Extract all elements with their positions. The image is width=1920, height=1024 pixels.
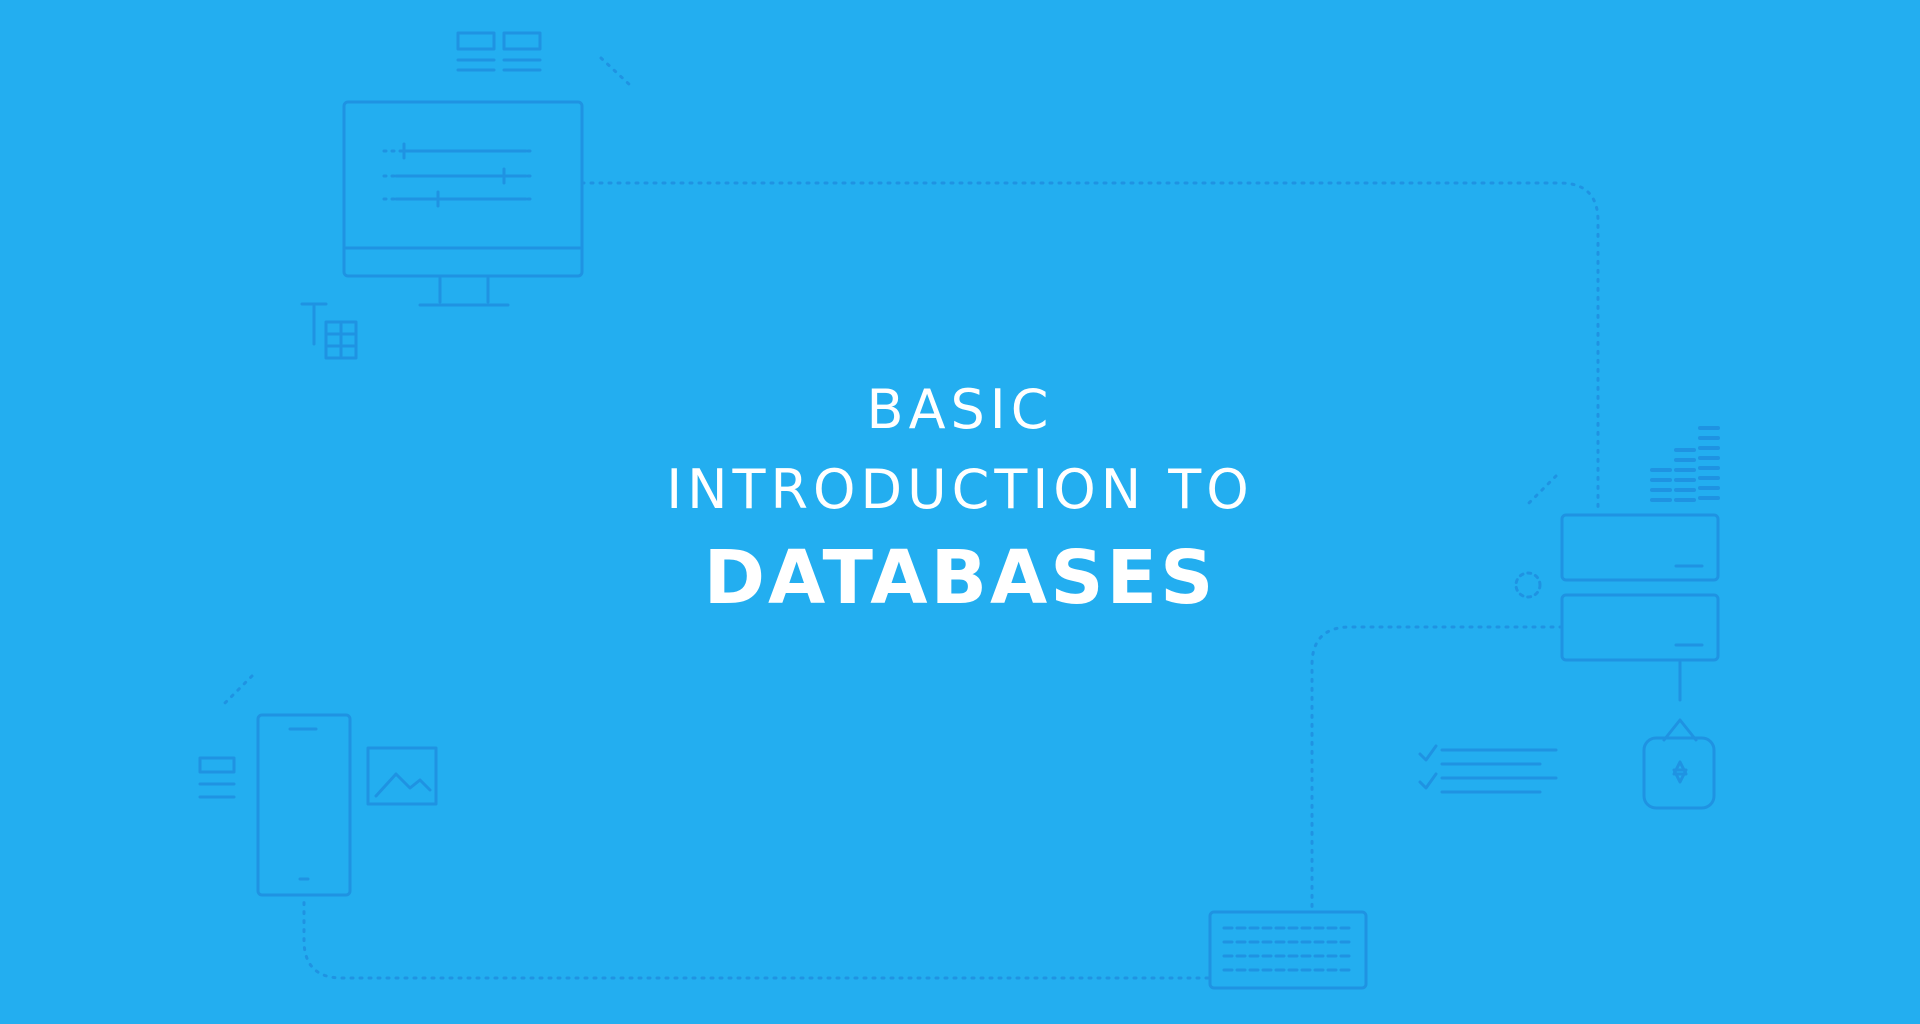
keyboard-icon: [1208, 910, 1368, 990]
layout-grid-icon: [456, 31, 542, 72]
text-table-icon: [300, 302, 358, 360]
padlock-icon: [1642, 718, 1716, 810]
title-block: BASIC INTRODUCTION TO DATABASES: [0, 370, 1920, 626]
title-line-basic: BASIC: [866, 378, 1054, 441]
title-line-introduction: INTRODUCTION TO: [666, 458, 1254, 521]
mobile-phone-icon: [256, 713, 352, 897]
hero-banner: BASIC INTRODUCTION TO DATABASES: [0, 0, 1920, 1024]
title-line-databases: DATABASES: [703, 535, 1217, 621]
desktop-monitor-icon: [342, 100, 584, 307]
text-list-icon: [198, 756, 236, 799]
checklist-icon: [1418, 744, 1558, 794]
image-icon: [366, 746, 438, 806]
